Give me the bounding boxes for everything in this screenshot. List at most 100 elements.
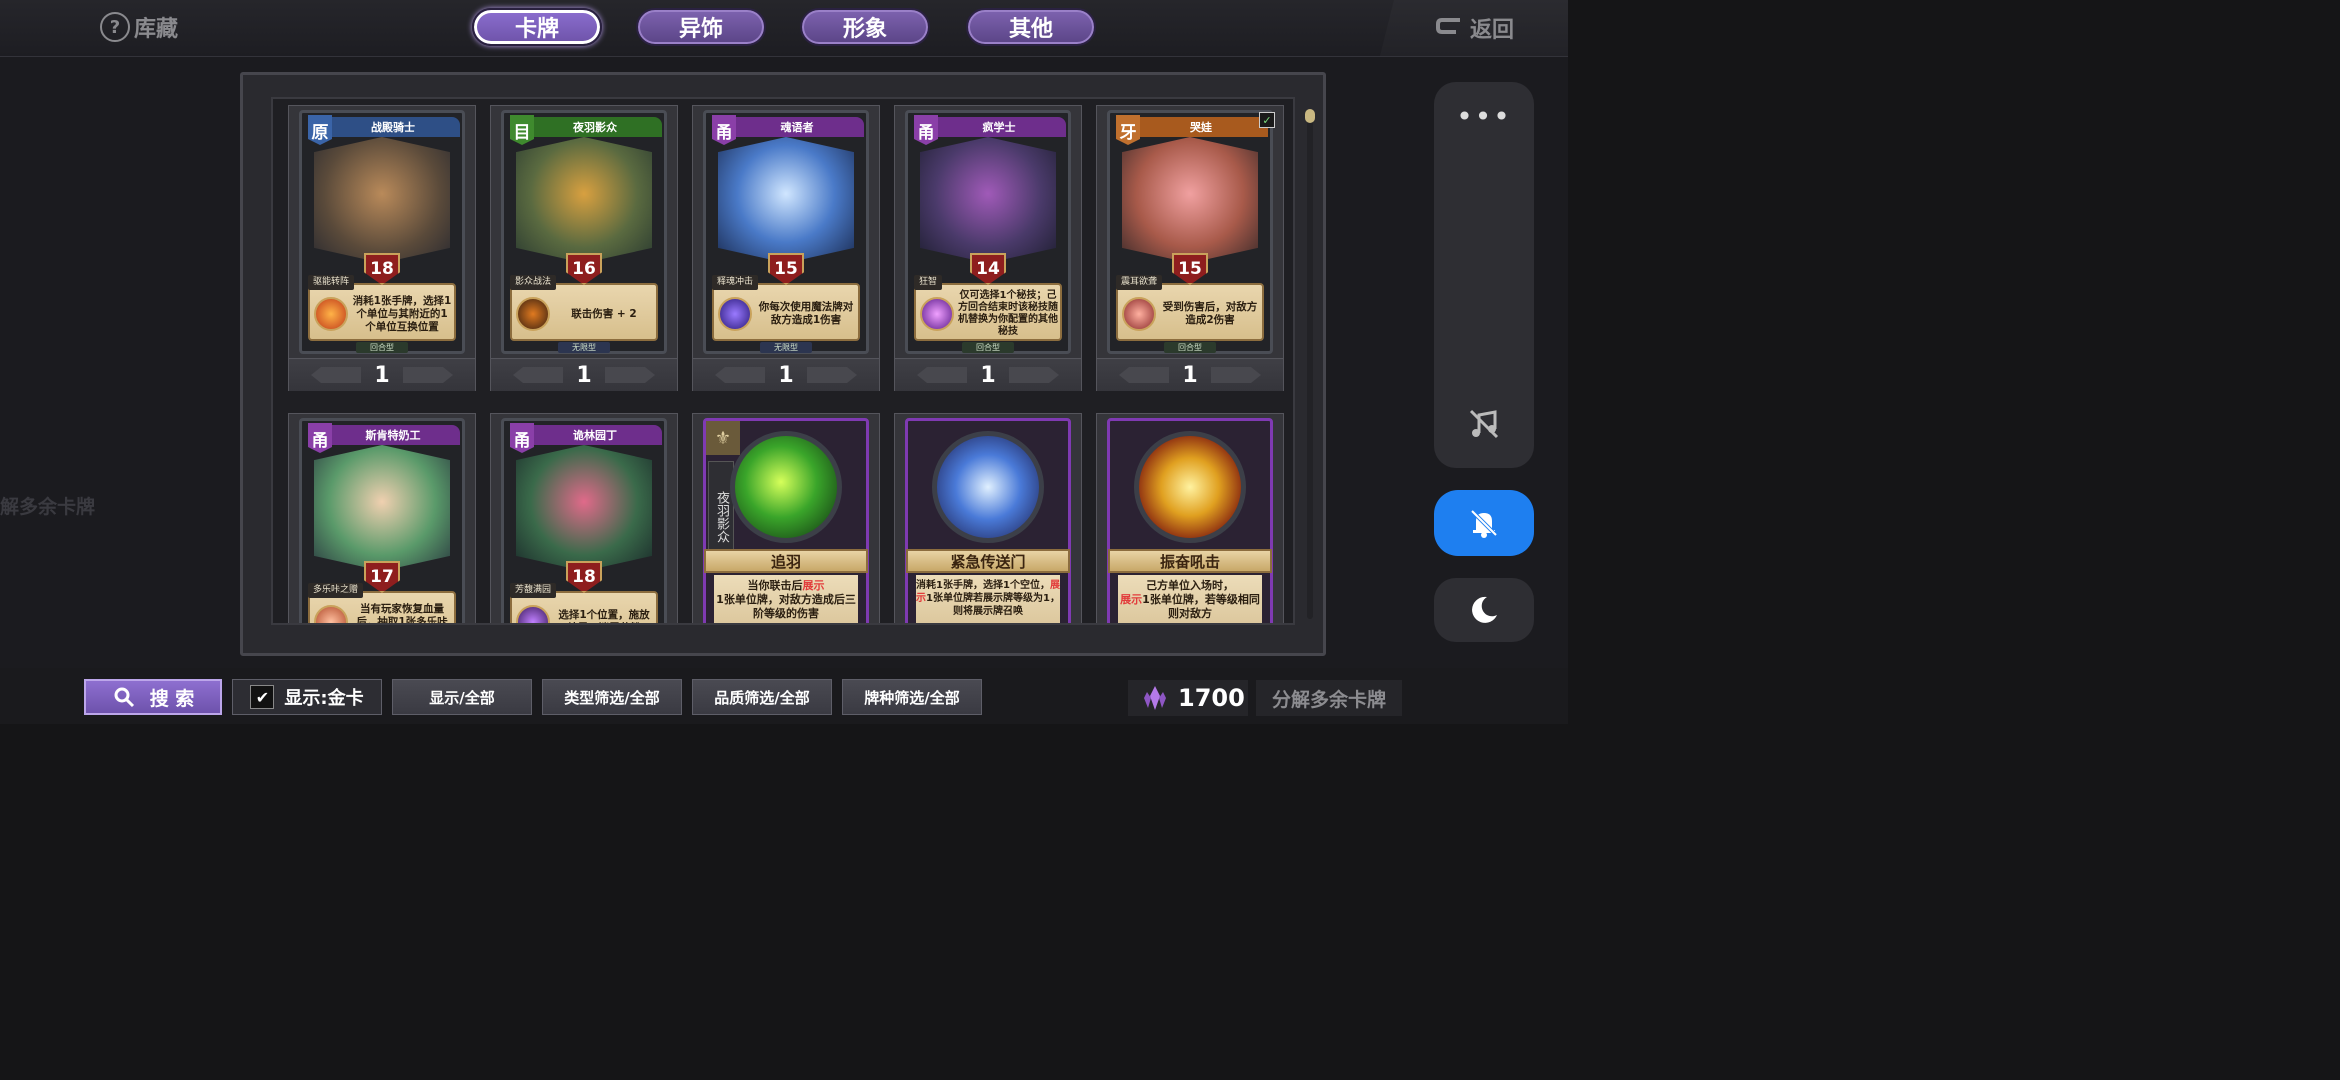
card-skill-box: 芳馥满园 选择1个位置，施放结界：迷雾花粉 [510, 583, 658, 623]
notification-mute-button[interactable] [1434, 490, 1534, 556]
decompose-extra-cards-button[interactable]: 分解多余卡牌 [1256, 680, 1402, 716]
back-button[interactable]: 返回 [1380, 0, 1568, 56]
more-options-icon[interactable]: ••• [1434, 100, 1534, 133]
skill-name: 影众战法 [510, 275, 557, 290]
card-hp: 18 [566, 561, 602, 593]
card-slot[interactable]: 甬 疯学士 14 狂智 仅可选择1个秘技；己方回合结束时该秘技随机替换为你配置的… [894, 105, 1082, 391]
skill-name: 震耳欲聋 [1116, 275, 1163, 290]
card-slot[interactable]: ⚜ 夜羽影众 追羽 当你联击后展示 1张单位牌，对敌方造成后三阶等级的伤害 [692, 413, 880, 623]
faction-badge: 甬 [914, 115, 938, 145]
unit-card[interactable]: 甬 诡林园丁 18 芳馥满园 选择1个位置，施放结界：迷雾花粉 [501, 418, 667, 623]
card-count: 1 [693, 358, 879, 391]
card-slot[interactable]: 目 夜羽影众 16 影众战法 联击伤害 + 2 无限型 1 [490, 105, 678, 391]
skill-name: 芳馥满园 [510, 583, 557, 598]
skill-name: 狂智 [914, 275, 943, 290]
quality-filter[interactable]: 品质筛选/全部 [692, 679, 832, 715]
card-grid[interactable]: 原 战殿骑士 18 驱能转阵 消耗1张手牌，选择1个单位与其附近的1个单位互换位… [271, 97, 1295, 625]
unit-card[interactable]: 原 战殿骑士 18 驱能转阵 消耗1张手牌，选择1个单位与其附近的1个单位互换位… [299, 110, 465, 354]
unit-card[interactable]: 甬 魂语者 15 释魂冲击 你每次使用魔法牌对敌方造成1伤害 无限型 [703, 110, 869, 354]
tab-other[interactable]: 其他 [966, 8, 1096, 46]
question-icon: ? [100, 12, 130, 42]
card-art [1122, 137, 1258, 263]
card-count: 1 [895, 358, 1081, 391]
spell-card[interactable]: 紧急传送门 消耗1张手牌，选择1个空位，展示1张单位牌若展示牌等级为1，则将展示… [905, 418, 1071, 623]
card-slot[interactable]: 甬 诡林园丁 18 芳馥满园 选择1个位置，施放结界：迷雾花粉 [490, 413, 678, 623]
card-hp: 16 [566, 253, 602, 285]
music-off-icon[interactable] [1464, 404, 1504, 444]
skill-icon [516, 605, 550, 623]
card-name: 夜羽影众 [528, 117, 662, 137]
skill-description: 你每次使用魔法牌对敌方造成1伤害 [758, 301, 854, 326]
library-button[interactable]: ? 库藏 [100, 11, 178, 43]
bell-off-icon [1470, 509, 1498, 538]
crystal-balance: 1700 [1128, 680, 1248, 716]
faction-badge: 甬 [308, 423, 332, 453]
card-slot[interactable]: 甬 魂语者 15 释魂冲击 你每次使用魔法牌对敌方造成1伤害 无限型 1 [692, 105, 880, 391]
show-all-filter[interactable]: 显示/全部 [392, 679, 532, 715]
scrollbar-track[interactable] [1307, 109, 1313, 619]
card-collection-panel: 原 战殿骑士 18 驱能转阵 消耗1张手牌，选择1个单位与其附近的1个单位互换位… [240, 72, 1326, 656]
show-gold-toggle[interactable]: ✔ 显示:金卡 [232, 679, 382, 715]
card-name: 战殿骑士 [326, 117, 460, 137]
skill-icon [920, 297, 954, 331]
skill-description: 仅可选择1个秘技；己方回合结束时该秘技随机替换为你配置的其他秘技 [958, 290, 1058, 337]
card-slot[interactable]: 紧急传送门 消耗1张手牌，选择1个空位，展示1张单位牌若展示牌等级为1，则将展示… [894, 413, 1082, 623]
card-art [314, 445, 450, 571]
spell-card[interactable]: 振奋吼击 己方单位入场时， 展示1张单位牌，若等级相同则对敌方 [1107, 418, 1273, 623]
spell-art [932, 431, 1044, 543]
skill-name: 释魂冲击 [712, 275, 759, 290]
rune-icon: ⚜ [706, 421, 740, 455]
skill-icon [314, 297, 348, 331]
scrollbar-thumb[interactable] [1305, 109, 1315, 123]
card-art [516, 137, 652, 263]
spell-name: 追羽 [704, 549, 868, 573]
card-hp: 15 [1172, 253, 1208, 285]
card-skill-box: 驱能转阵 消耗1张手牌，选择1个单位与其附近的1个单位互换位置 [308, 275, 456, 341]
skill-type: 回合型 [356, 342, 408, 353]
unit-card[interactable]: 牙 哭娃 15 震耳欲聋 受到伤害后，对敌方造成2伤害 回合型 [1107, 110, 1273, 354]
card-hp: 14 [970, 253, 1006, 285]
skill-icon [718, 297, 752, 331]
search-button[interactable]: 搜 索 [84, 679, 222, 715]
checkbox-icon: ✔ [250, 685, 275, 709]
card-slot[interactable]: ✓ 牙 哭娃 15 震耳欲聋 受到伤害后，对敌方造成2伤害 回合型 1 [1096, 105, 1284, 391]
card-name: 诡林园丁 [528, 425, 662, 445]
tab-cards[interactable]: 卡牌 [472, 8, 602, 46]
crystal-count: 1700 [1178, 684, 1245, 712]
unit-card[interactable]: 目 夜羽影众 16 影众战法 联击伤害 + 2 无限型 [501, 110, 667, 354]
card-count: 1 [491, 358, 677, 391]
library-label: 库藏 [134, 17, 179, 42]
night-mode-button[interactable] [1434, 578, 1534, 642]
tab-decorations[interactable]: 异饰 [636, 8, 766, 46]
spell-card[interactable]: ⚜ 夜羽影众 追羽 当你联击后展示 1张单位牌，对敌方造成后三阶等级的伤害 [703, 418, 869, 623]
card-hp: 17 [364, 561, 400, 593]
tab-appearance[interactable]: 形象 [800, 8, 930, 46]
kind-filter[interactable]: 牌种筛选/全部 [842, 679, 982, 715]
skill-description: 受到伤害后，对敌方造成2伤害 [1162, 301, 1258, 326]
show-gold-label: 显示:金卡 [284, 688, 364, 709]
skill-icon [314, 605, 348, 623]
card-skill-box: 震耳欲聋 受到伤害后，对敌方造成2伤害 [1116, 275, 1264, 341]
floating-tool-panel: ••• [1434, 82, 1534, 468]
card-count: 1 [1097, 358, 1283, 391]
purple-crystal-icon [1144, 686, 1166, 710]
type-filter[interactable]: 类型筛选/全部 [542, 679, 682, 715]
skill-type: 回合型 [1164, 342, 1216, 353]
spell-description: 当你联击后展示 1张单位牌，对敌方造成后三阶等级的伤害 [714, 575, 858, 623]
unit-card[interactable]: 甬 斯肯特奶工 17 多乐咔之赠 当有玩家恢复血量后，抽取1张多乐咔鲜奶 [299, 418, 465, 625]
skill-description: 当有玩家恢复血量后，抽取1张多乐咔鲜奶 [356, 602, 448, 625]
spell-description: 消耗1张手牌，选择1个空位，展示1张单位牌若展示牌等级为1，则将展示牌召唤 [916, 575, 1060, 623]
card-slot[interactable]: 振奋吼击 己方单位入场时， 展示1张单位牌，若等级相同则对敌方 [1096, 413, 1284, 623]
faction-badge: 甬 [712, 115, 736, 145]
spell-name: 紧急传送门 [906, 549, 1070, 573]
back-label: 返回 [1469, 18, 1514, 43]
card-slot[interactable]: 原 战殿骑士 18 驱能转阵 消耗1张手牌，选择1个单位与其附近的1个单位互换位… [288, 105, 476, 391]
return-arrow-icon [1435, 18, 1460, 34]
moon-icon [1472, 596, 1497, 623]
search-icon [114, 687, 134, 708]
unit-card[interactable]: 甬 疯学士 14 狂智 仅可选择1个秘技；己方回合结束时该秘技随机替换为你配置的… [905, 110, 1071, 354]
faction-badge: 目 [510, 115, 534, 145]
card-slot[interactable]: 甬 斯肯特奶工 17 多乐咔之赠 当有玩家恢复血量后，抽取1张多乐咔鲜奶 [288, 413, 476, 625]
faction-badge: 甬 [510, 423, 534, 453]
selected-checkbox[interactable]: ✓ [1259, 112, 1275, 128]
